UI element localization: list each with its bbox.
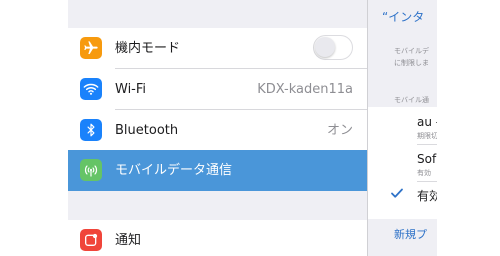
airplane-icon [80, 37, 102, 59]
detail-section-header: モバイル通 [394, 96, 429, 104]
settings-row-airplane-mode[interactable]: 機内モード [68, 28, 367, 69]
option-item-subtitle: 期限切 [417, 132, 437, 140]
detail-description-line: に制限しま [394, 59, 429, 67]
bluetooth-label: Bluetooth [115, 123, 179, 138]
settings-row-bluetooth[interactable]: Bluetooth オン [68, 110, 367, 151]
option-item-title[interactable]: 有効 [417, 187, 437, 204]
bluetooth-icon [80, 119, 102, 141]
detail-panel: “インタ モバイルデ に制限しま モバイル通 au - 期限切 Sof 有効 有… [367, 0, 437, 256]
checkmark-icon [391, 188, 403, 198]
list-separator [417, 144, 437, 145]
mobile-data-label: モバイルデータ通信 [115, 163, 233, 178]
detail-title: “インタ [382, 10, 425, 24]
bluetooth-status-value: オン [326, 123, 353, 138]
new-profile-link[interactable]: 新規プ [394, 226, 427, 242]
airplane-mode-toggle[interactable] [313, 35, 353, 60]
settings-row-notifications[interactable]: 通知 [68, 220, 367, 256]
detail-description-line: モバイルデ [394, 47, 429, 55]
detail-options-list: au - 期限切 Sof 有効 有効 [368, 107, 437, 219]
settings-row-wifi[interactable]: Wi-Fi KDX-kaden11a [68, 69, 367, 110]
toggle-knob [315, 37, 335, 57]
wifi-icon [80, 78, 102, 100]
blank-margin [437, 0, 500, 256]
settings-row-mobile-data[interactable]: モバイルデータ通信 [68, 150, 367, 191]
settings-group-connectivity: 機内モード Wi-Fi KDX-kaden11a Bluetooth オン モバ… [68, 28, 367, 191]
wifi-network-value: KDX-kaden11a [257, 82, 353, 97]
antenna-icon [80, 159, 102, 181]
option-item-subtitle: 有効 [417, 169, 431, 177]
wifi-label: Wi-Fi [115, 82, 147, 97]
option-item-title[interactable]: au - [417, 115, 437, 129]
airplane-mode-label: 機内モード [115, 41, 181, 56]
option-item-title[interactable]: Sof [417, 152, 436, 166]
list-separator [417, 181, 437, 182]
settings-group-notifications: 通知 [68, 220, 367, 256]
notification-icon [80, 229, 102, 251]
settings-sidebar: 機内モード Wi-Fi KDX-kaden11a Bluetooth オン モバ… [68, 0, 367, 256]
notifications-label: 通知 [115, 233, 142, 248]
